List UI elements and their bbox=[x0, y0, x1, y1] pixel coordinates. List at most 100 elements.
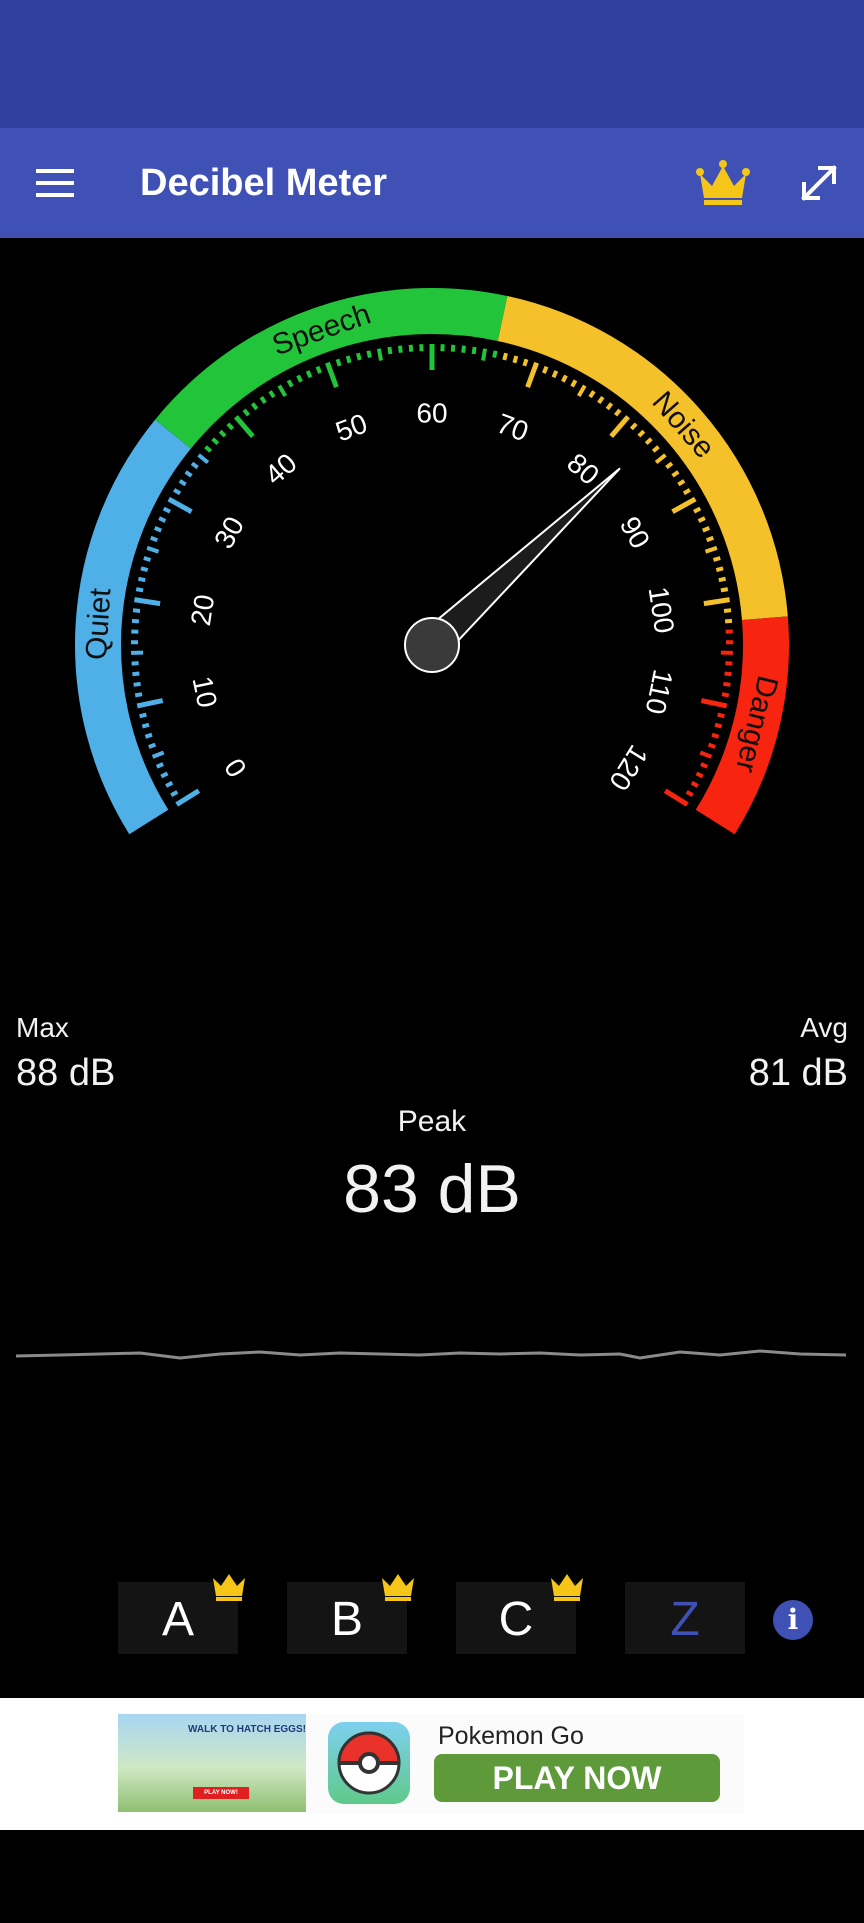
tick-80 bbox=[609, 415, 630, 439]
tick-26 bbox=[149, 535, 159, 543]
tick-101 bbox=[723, 608, 732, 613]
tick-53 bbox=[356, 352, 362, 361]
tick-92 bbox=[697, 516, 706, 523]
tick-label-60: 60 bbox=[416, 398, 447, 429]
tick-76 bbox=[588, 390, 596, 399]
status-bar bbox=[0, 0, 864, 128]
tick-118 bbox=[690, 780, 699, 788]
tick-63 bbox=[461, 345, 466, 353]
tick-7 bbox=[144, 732, 153, 739]
tick-111 bbox=[717, 712, 725, 719]
tick-66 bbox=[492, 350, 498, 359]
tick-label-30: 30 bbox=[208, 511, 250, 553]
weighting-c-button[interactable]: C bbox=[456, 1574, 583, 1654]
max-label: Max bbox=[16, 1012, 69, 1043]
tick-100 bbox=[703, 597, 730, 607]
tick-54 bbox=[366, 350, 372, 359]
tick-70 bbox=[525, 361, 539, 388]
tick-25 bbox=[146, 545, 160, 554]
tick-107 bbox=[724, 671, 732, 677]
expand-icon bbox=[801, 165, 837, 201]
tick-98 bbox=[718, 576, 727, 583]
tick-113 bbox=[711, 732, 720, 739]
zone-label-quiet: Quiet bbox=[80, 587, 117, 661]
info-icon: i bbox=[787, 1603, 799, 1636]
tick-48 bbox=[305, 370, 313, 379]
ad-banner[interactable]: WALK TO HATCH EGGS! PLAY NOW! Pokemon Go… bbox=[0, 1698, 864, 1830]
ad-play-now-button[interactable]: PLAY NOW bbox=[434, 1754, 720, 1802]
tick-58 bbox=[408, 344, 414, 352]
tick-90 bbox=[671, 496, 697, 514]
tick-10 bbox=[136, 698, 164, 709]
ad-content[interactable]: WALK TO HATCH EGGS! PLAY NOW! Pokemon Go… bbox=[118, 1714, 744, 1814]
tick-114 bbox=[707, 742, 716, 749]
tick-102 bbox=[724, 618, 733, 624]
tick-74 bbox=[570, 379, 578, 388]
avg-value: 81 dB bbox=[748, 1052, 848, 1094]
premium-button[interactable] bbox=[692, 154, 754, 212]
menu-button[interactable] bbox=[26, 154, 84, 212]
tick-21 bbox=[135, 587, 144, 593]
weighting-z-label: Z bbox=[670, 1593, 700, 1646]
tick-86 bbox=[665, 461, 674, 470]
pokeball-graphic bbox=[337, 1731, 401, 1795]
tick-31 bbox=[173, 488, 182, 496]
sound-waveform bbox=[15, 1349, 847, 1360]
tick-94 bbox=[705, 535, 715, 543]
tick-22 bbox=[137, 576, 146, 583]
tick-108 bbox=[723, 681, 731, 687]
tick-81 bbox=[629, 422, 638, 431]
tick-27 bbox=[153, 526, 162, 533]
fullscreen-button[interactable] bbox=[790, 154, 848, 212]
tick-47 bbox=[296, 374, 303, 383]
pokeball-icon[interactable] bbox=[328, 1722, 410, 1804]
tick-28 bbox=[158, 516, 167, 523]
weighting-a-label: A bbox=[161, 1593, 194, 1646]
tick-41 bbox=[242, 408, 250, 417]
tick-78 bbox=[605, 402, 614, 411]
tick-11 bbox=[134, 692, 143, 698]
avg-label: Avg bbox=[800, 1012, 848, 1043]
tick-12 bbox=[133, 681, 141, 687]
tick-67 bbox=[502, 352, 508, 361]
tick-43 bbox=[259, 395, 267, 405]
tick-88 bbox=[677, 479, 686, 487]
tick-116 bbox=[700, 762, 709, 769]
tick-84 bbox=[651, 445, 660, 453]
tick-46 bbox=[286, 379, 294, 388]
tick-9 bbox=[139, 712, 147, 719]
tick-label-20: 20 bbox=[185, 592, 220, 627]
ad-image-caption: WALK TO HATCH EGGS! bbox=[188, 1724, 306, 1735]
peak-value: 83 dB bbox=[343, 1151, 521, 1227]
weighting-z-button[interactable]: Z bbox=[625, 1582, 745, 1654]
hamburger-menu-icon bbox=[36, 169, 74, 197]
zone-arc-noise bbox=[497, 296, 788, 621]
crown-icon bbox=[696, 160, 750, 205]
tick-57 bbox=[398, 345, 403, 353]
info-button[interactable]: i bbox=[773, 1600, 813, 1640]
tick-label-110: 110 bbox=[639, 667, 678, 717]
weighting-b-button[interactable]: B bbox=[287, 1574, 414, 1654]
tick-69 bbox=[522, 358, 529, 367]
tick-62 bbox=[450, 344, 456, 352]
ad-image[interactable]: WALK TO HATCH EGGS! PLAY NOW! bbox=[118, 1714, 306, 1812]
tick-6 bbox=[148, 742, 157, 749]
tick-96 bbox=[712, 556, 721, 562]
tick-44 bbox=[268, 390, 276, 399]
weighting-a-button[interactable]: A bbox=[118, 1574, 245, 1654]
tick-112 bbox=[714, 722, 723, 729]
tick-71 bbox=[542, 365, 549, 374]
tick-38 bbox=[218, 429, 227, 438]
tick-label-70: 70 bbox=[493, 408, 533, 448]
peak-label: Peak bbox=[397, 1105, 467, 1138]
tick-34 bbox=[190, 461, 199, 470]
tick-label-100: 100 bbox=[643, 585, 681, 636]
tick-33 bbox=[184, 470, 193, 478]
app-bar: Decibel Meter bbox=[0, 128, 864, 238]
tick-109 bbox=[721, 692, 730, 698]
tick-20 bbox=[134, 597, 161, 607]
tick-120 bbox=[663, 788, 689, 807]
tick-14 bbox=[131, 661, 139, 666]
tick-51 bbox=[335, 358, 342, 367]
tick-29 bbox=[162, 506, 171, 514]
